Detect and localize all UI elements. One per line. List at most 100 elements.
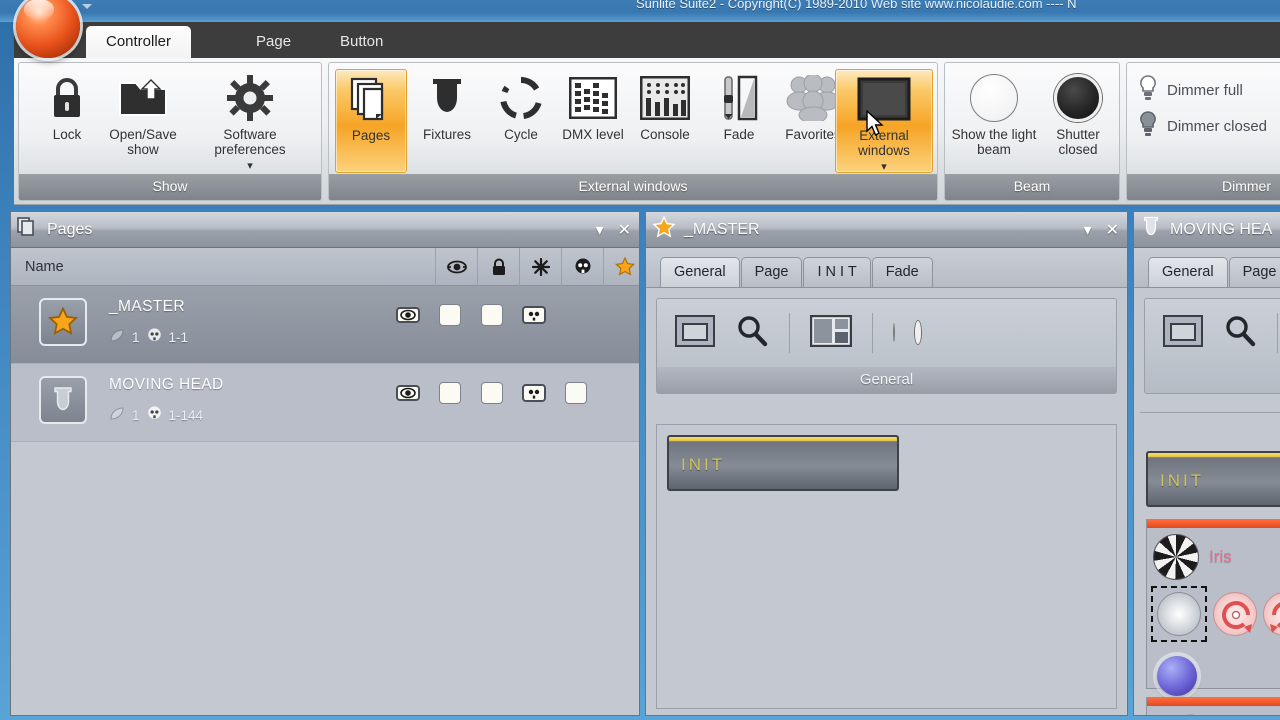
window-icon[interactable] [675, 314, 715, 352]
row-cell-skull-icon[interactable] [513, 384, 555, 402]
row-meta-value-1: 1 [132, 407, 140, 423]
fixture-icon [1140, 215, 1162, 244]
column-header-star[interactable] [603, 248, 645, 286]
search-icon[interactable] [1223, 314, 1257, 353]
table-row[interactable]: MOVING HEAD 1 1-144 [11, 364, 639, 442]
row-cell-skull-icon[interactable] [513, 306, 555, 324]
ribbon-group-footer: Dimmer [1127, 174, 1280, 200]
tab-controller[interactable]: Controller [86, 26, 192, 60]
ribbon-button-label: Open/Save show [109, 127, 177, 158]
ribbon-button-label: Shutter closed [1056, 127, 1100, 158]
ribbon-group-show: Lock Open/Save show Software preferences… [18, 62, 322, 201]
ribbon: Lock Open/Save show Software preferences… [14, 58, 1280, 205]
row-cell-eye-icon[interactable] [387, 384, 429, 402]
moving-head-tab-page[interactable]: Page [1228, 257, 1280, 287]
ribbon-button-label: Console [640, 127, 690, 142]
ribbon-group-footer: Show [19, 174, 321, 200]
tab-page[interactable]: Page [236, 26, 311, 60]
row-tile-star-icon[interactable] [39, 298, 87, 346]
bulb-off-icon [1139, 111, 1157, 141]
ribbon-button-label: Show the light beam [951, 127, 1037, 158]
column-header-lock[interactable] [477, 248, 519, 286]
master-panel-collapse-icon[interactable]: ▾ [1084, 220, 1092, 240]
ribbon-button-label: Cycle [504, 127, 538, 142]
row-cell-checkbox[interactable] [471, 382, 513, 404]
gobo-icon[interactable] [1153, 534, 1199, 580]
ribbon-button-fixtures[interactable]: Fixtures [411, 69, 483, 173]
ribbon-button-external-windows[interactable]: External windows ▾ [835, 69, 933, 173]
ribbon-button-software-preferences[interactable]: Software preferences ▾ [191, 69, 309, 173]
column-header-asterisk[interactable] [519, 248, 561, 286]
column-header-eye[interactable] [435, 248, 477, 286]
ribbon-button-pages[interactable]: Pages [335, 69, 407, 173]
master-tab-fade[interactable]: Fade [871, 257, 933, 287]
master-panel-title: _MASTER [684, 220, 760, 238]
window-icon[interactable] [1163, 314, 1203, 352]
master-tab-page[interactable]: Page [740, 257, 803, 287]
row-meta-value-1: 1 [132, 329, 140, 345]
ribbon-button-console[interactable]: Console [629, 69, 701, 173]
ribbon-button-lock[interactable]: Lock [31, 69, 103, 173]
master-button-init[interactable]: INIT [667, 435, 899, 491]
chevron-down-icon[interactable]: ▾ [247, 160, 253, 172]
fixture-icon [411, 69, 483, 127]
row-cell-checkbox[interactable] [555, 382, 597, 404]
moving-head-tab-general[interactable]: General [1148, 257, 1228, 287]
toolbar-separator [872, 313, 873, 353]
row-cell-checkbox[interactable] [429, 304, 471, 326]
fixture-leaf-icon [109, 328, 125, 346]
ribbon-button-label: Lock [52, 127, 82, 142]
iris-preset-rotate-cw-icon[interactable] [1213, 592, 1257, 636]
moving-head-general-toolbar [1144, 298, 1280, 394]
row-meta: 1 1-144 [109, 406, 203, 424]
moving-head-panel-title: MOVING HEA [1170, 220, 1273, 238]
pages-panel-titlebar: Pages ▾ ✕ [11, 212, 639, 248]
pages-panel: Pages ▾ ✕ Name _MASTER 1 1-1 MOVING HEAD… [10, 211, 640, 716]
master-tab-init[interactable]: I N I T [803, 257, 871, 287]
row-cell-eye-icon[interactable] [387, 306, 429, 324]
row-cell-checkbox[interactable] [429, 382, 471, 404]
white-circle-icon[interactable] [893, 323, 895, 342]
ribbon-button-open-save-show[interactable]: Open/Save show [107, 69, 179, 173]
pages-icon [17, 217, 39, 242]
search-icon[interactable] [735, 314, 769, 353]
table-row[interactable]: _MASTER 1 1-1 [11, 286, 639, 364]
iris-preset-open-icon[interactable] [1151, 586, 1207, 642]
master-button-init-label: INIT [681, 455, 726, 474]
ribbon-button-dmx-level[interactable]: DMX level [557, 69, 629, 173]
tab-button[interactable]: Button [320, 26, 403, 60]
ribbon-group-external-windows: Pages Fixtures Cycle DMX level Console F… [328, 62, 938, 201]
pages-panel-close-icon[interactable]: ✕ [618, 220, 631, 240]
folder-open-save-icon [107, 69, 179, 127]
dimmer-icon[interactable] [1153, 714, 1207, 715]
master-panel-tabstrip: General Page I N I T Fade [646, 248, 1127, 288]
black-circle-icon[interactable] [915, 321, 921, 344]
console-icon [629, 69, 701, 127]
skull-icon [147, 328, 162, 346]
row-cell-checkbox[interactable] [471, 304, 513, 326]
master-tab-general[interactable]: General [660, 257, 740, 287]
ribbon-button-shutter-closed[interactable]: Shutter closed [1035, 69, 1121, 173]
ribbon-tabstrip: Controller Page Button [14, 22, 1280, 60]
fade-icon [703, 69, 775, 127]
pages-panel-collapse-icon[interactable]: ▾ [596, 220, 604, 240]
ribbon-button-cycle[interactable]: Cycle [485, 69, 557, 173]
ribbon-button-fade[interactable]: Fade [703, 69, 775, 173]
row-tile-fixture-icon[interactable] [39, 376, 87, 424]
skull-icon [147, 406, 162, 424]
ribbon-item-dimmer-closed[interactable]: Dimmer closed [1139, 111, 1267, 141]
iris-knob[interactable] [1157, 656, 1197, 696]
moving-head-panel: MOVING HEA General Page INIT Iris [1133, 211, 1280, 716]
master-button-area: INIT [656, 424, 1117, 709]
chevron-down-icon[interactable] [82, 4, 92, 9]
chevron-down-icon[interactable]: ▾ [881, 161, 887, 173]
moving-head-button-init[interactable]: INIT [1146, 451, 1280, 507]
ribbon-button-label: DMX level [562, 127, 624, 142]
ribbon-button-label: Fixtures [422, 127, 471, 142]
ribbon-button-show-light-beam[interactable]: Show the light beam [951, 69, 1037, 173]
master-panel-close-icon[interactable]: ✕ [1106, 220, 1119, 240]
ribbon-item-dimmer-full[interactable]: Dimmer full [1139, 75, 1243, 105]
column-header-skull[interactable] [561, 248, 603, 286]
iris-preset-rotate-ccw-icon[interactable] [1263, 592, 1280, 636]
layout-icon[interactable] [809, 314, 853, 352]
